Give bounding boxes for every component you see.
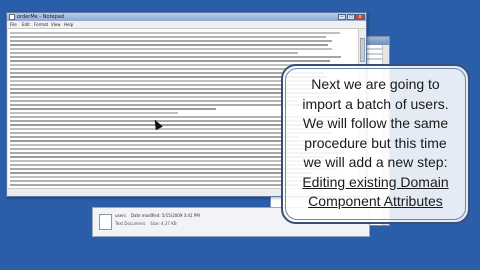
text-line [10, 112, 178, 114]
text-line [10, 172, 313, 174]
text-line [10, 40, 332, 42]
callout-box: Next we are going to import a batch of u… [281, 64, 470, 224]
callout-line: we will add a new step: [303, 154, 448, 170]
maximize-button[interactable]: □ [347, 14, 355, 20]
menu-bar: File Edit Format View Help [7, 21, 366, 29]
menu-format[interactable]: Format [34, 22, 48, 27]
scroll-thumb[interactable] [360, 38, 365, 62]
text-line [10, 48, 332, 50]
text-line [10, 56, 341, 58]
close-button[interactable]: x [355, 14, 365, 20]
text-line [10, 52, 298, 54]
text-line [10, 36, 326, 38]
text-line [10, 64, 310, 66]
text-line [10, 156, 324, 158]
text-line [10, 160, 327, 162]
file-meta: Text Document Size: 4.37 KB [115, 221, 177, 226]
callout-line: procedure but this time [304, 134, 447, 151]
text-line [10, 88, 313, 90]
callout-highlight: Editing existing Domain [302, 173, 449, 190]
text-line [10, 72, 324, 74]
text-line [10, 80, 315, 82]
notepad-icon [9, 14, 15, 20]
text-line [10, 120, 326, 122]
text-line [10, 108, 216, 110]
text-file-icon [99, 214, 112, 230]
callout-text: Next we are going to import a batch of u… [283, 75, 468, 212]
text-line [10, 148, 310, 150]
menu-file[interactable]: File [10, 22, 17, 27]
callout-line: We will follow the same [302, 115, 449, 131]
text-line [10, 164, 315, 166]
notepad-titlebar[interactable]: orderMe - Notepad – □ x [7, 13, 366, 21]
file-name: users Date modified: 5/15/2009 3:41 PM [115, 213, 200, 218]
menu-view[interactable]: View [51, 22, 61, 27]
text-line [10, 32, 340, 34]
text-line [10, 76, 327, 78]
text-line [10, 44, 328, 46]
callout-line: Next we are going to [311, 76, 440, 92]
minimize-button[interactable]: – [338, 14, 346, 20]
text-line [10, 184, 298, 186]
callout-highlight: Component Attributes [308, 193, 443, 209]
menu-help[interactable]: Help [64, 22, 73, 27]
window-title: orderMe - Notepad [17, 14, 64, 20]
text-line [10, 100, 298, 102]
menu-edit[interactable]: Edit [22, 22, 30, 27]
text-line [10, 60, 330, 62]
text-line [10, 136, 298, 138]
callout-line: import a batch of users. [302, 95, 449, 112]
